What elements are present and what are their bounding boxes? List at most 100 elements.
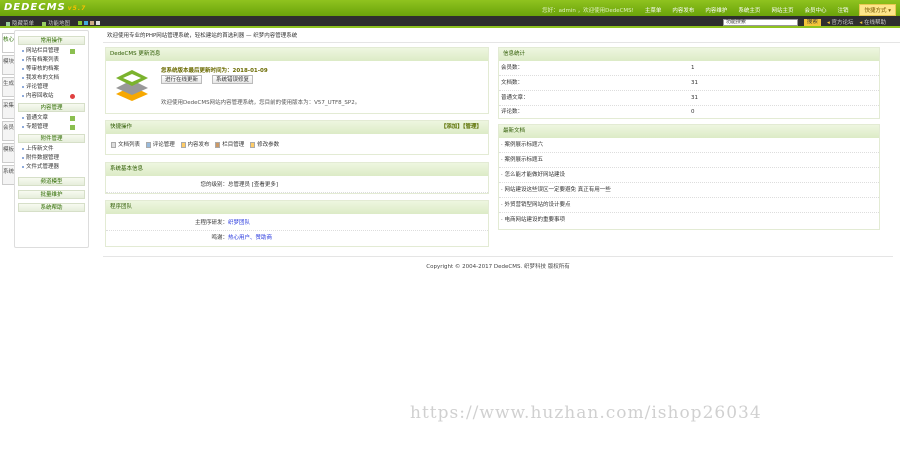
- side-tabs: 核心 模块 生成 采集 会员 模板 系统: [2, 33, 14, 187]
- online-update-button[interactable]: 进行在线更新: [161, 75, 203, 84]
- latest-doc-link[interactable]: · 网站建设这些误区一定要避免 真正有用一些: [499, 183, 879, 198]
- forum-link[interactable]: ◂ 官方论坛: [827, 18, 854, 26]
- quick-doc-list[interactable]: 文档列表: [107, 141, 140, 148]
- sidebar-menu: 常用操作 网站栏目管理 所有档案列表 等审核的档案 我发布的文档 评论管理 内容…: [14, 30, 89, 248]
- tab-generate[interactable]: 生成: [2, 77, 14, 97]
- add-icon: [70, 125, 75, 130]
- system-fix-button[interactable]: 系统错误修复: [211, 75, 253, 84]
- group-channel-model[interactable]: 频道模型: [18, 177, 85, 186]
- sidebar-item[interactable]: 等审核的档案: [18, 65, 85, 74]
- edit-icon: [180, 141, 186, 148]
- tab-template[interactable]: 模板: [2, 143, 14, 163]
- latest-doc-link[interactable]: · 案例展示标题六: [499, 138, 879, 153]
- dedecms-logo-icon: [116, 70, 148, 101]
- level-value[interactable]: 总管理员 [查看更多]: [228, 182, 278, 188]
- sidebar-item[interactable]: 评论管理: [18, 83, 85, 92]
- nav-maintain[interactable]: 内容维护: [705, 6, 727, 14]
- nav-publish[interactable]: 内容发布: [672, 6, 694, 14]
- team-panel: 程序团队 主程序研发：织梦团队 鸣谢：热心用户、赞助商: [105, 200, 489, 247]
- nav-system-home[interactable]: 系统主页: [738, 6, 760, 14]
- quick-settings[interactable]: 修改参数: [246, 141, 279, 148]
- help-link[interactable]: ◂ 在线帮助: [859, 18, 886, 26]
- comment-icon: [145, 141, 151, 148]
- team-label: 主程序研发：: [194, 220, 228, 226]
- sidebar-item[interactable]: 内容回收站: [18, 92, 85, 101]
- stat-value: 31: [691, 95, 698, 101]
- nav-site-home[interactable]: 网站主页: [771, 6, 793, 14]
- panel-title: DedeCMS 更新消息: [106, 48, 488, 61]
- sidebar-item[interactable]: 网站栏目管理: [18, 47, 85, 56]
- latest-doc-link[interactable]: · 案例展示标题五: [499, 153, 879, 168]
- edit-icon: [250, 141, 256, 148]
- stat-label: 普通文章：: [501, 95, 529, 101]
- add-icon: [70, 49, 75, 54]
- sidebar-item[interactable]: 上传新文件: [18, 145, 85, 154]
- nav-logout[interactable]: 注销: [837, 6, 848, 14]
- group-help[interactable]: 系统帮助: [18, 203, 85, 212]
- nav-main-menu[interactable]: 主菜单: [645, 6, 662, 14]
- stats-panel: 信息统计 会员数： 1 文档数： 31 普通文章： 31 评论数： 0: [498, 47, 880, 119]
- version-info: 欢迎使用DedeCMS网站内容管理系统，您目前的使用版本为：V57_UTF8_S…: [161, 100, 361, 106]
- main-area: 欢迎使用专业的PHP网站管理系统，轻松建站的首选利器 — 织梦内容管理系统: [103, 30, 900, 43]
- panel-title: 快捷操作: [110, 124, 133, 130]
- thanks-label: 鸣谢：: [211, 235, 228, 241]
- quick-menu-button[interactable]: 快捷方式 ▾: [859, 4, 896, 16]
- search-input[interactable]: 功能搜索: [722, 18, 798, 26]
- quick-panel: 快捷操作 【添加】【管理】 文档列表 评论管理 内容发布 栏目管理 修改参数: [105, 120, 489, 155]
- skin-switcher[interactable]: [78, 20, 102, 26]
- level-label: 您的级别：: [200, 182, 228, 188]
- tab-core[interactable]: 核心: [2, 33, 14, 53]
- hide-menu-button[interactable]: 隐藏菜单: [6, 19, 34, 27]
- update-panel: DedeCMS 更新消息 您系统版本最后更新时间为：2018-01-09 进行在…: [105, 47, 489, 114]
- panel-title: 程序团队: [106, 201, 488, 214]
- add-manage-links[interactable]: 【添加】【管理】: [441, 121, 482, 134]
- group-batch[interactable]: 批量维护: [18, 190, 85, 199]
- group-common[interactable]: 常用操作: [18, 36, 85, 45]
- toolbar: 隐藏菜单 功能地图 功能搜索 搜索 ◂ 官方论坛 ◂ 在线帮助: [0, 16, 900, 28]
- group-attachments[interactable]: 附件管理: [18, 134, 85, 143]
- panel-title: 系统基本信息: [106, 163, 488, 176]
- doc-icon: [111, 141, 116, 148]
- tab-modules[interactable]: 模块: [2, 55, 14, 75]
- sidebar-item[interactable]: 专题管理: [18, 123, 85, 132]
- tab-system[interactable]: 系统: [2, 165, 14, 185]
- stat-value: 0: [691, 109, 695, 115]
- watermark: https://www.huzhan.com/ishop26034: [410, 403, 762, 423]
- welcome-text: 欢迎使用专业的PHP网站管理系统，轻松建站的首选利器 — 织梦内容管理系统: [103, 30, 900, 43]
- greeting: 您好：admin ，欢迎使用DedeCMS!: [542, 8, 634, 14]
- tab-collect[interactable]: 采集: [2, 99, 14, 119]
- search-button[interactable]: 搜索: [803, 18, 821, 26]
- latest-panel: 最新文档 · 案例展示标题六 · 案例展示标题五 · 怎么能才能做好网站建设 ·…: [498, 124, 880, 230]
- sidebar-item[interactable]: 普通文章: [18, 114, 85, 123]
- func-map-button[interactable]: 功能地图: [42, 19, 70, 27]
- sidebar-item[interactable]: 所有档案列表: [18, 56, 85, 65]
- quick-comments[interactable]: 评论管理: [142, 141, 175, 148]
- latest-doc-link[interactable]: · 外贸营销型网站的设计要点: [499, 198, 879, 213]
- latest-doc-link[interactable]: · 电商网站建设的重要事项: [499, 213, 879, 228]
- team-link[interactable]: 织梦团队: [228, 220, 250, 226]
- sidebar-item[interactable]: 文件式管理器: [18, 163, 85, 172]
- panel-title: 最新文档: [499, 125, 879, 138]
- clear-icon: [70, 94, 75, 99]
- stat-label: 会员数：: [501, 65, 524, 71]
- folder-icon: [215, 141, 221, 148]
- update-date: 您系统版本最后更新时间为：2018-01-09: [161, 68, 268, 74]
- stat-value: 1: [691, 65, 695, 71]
- top-nav: 您好：admin ，欢迎使用DedeCMS! 主菜单 内容发布 内容维护 系统主…: [542, 4, 896, 16]
- add-icon: [70, 116, 75, 121]
- thanks-link[interactable]: 热心用户、赞助商: [228, 235, 272, 241]
- sidebar-item[interactable]: 附件数据管理: [18, 154, 85, 163]
- logo: DEDECMS v5.7: [4, 2, 87, 13]
- top-header: DEDECMS v5.7 您好：admin ，欢迎使用DedeCMS! 主菜单 内…: [0, 0, 900, 16]
- quick-columns[interactable]: 栏目管理: [211, 141, 244, 148]
- group-content[interactable]: 内容管理: [18, 103, 85, 112]
- tab-member[interactable]: 会员: [2, 121, 14, 141]
- panel-title: 信息统计: [499, 48, 879, 61]
- footer-copyright: Copyright © 2004-2017 DedeCMS. 织梦科技 版权所有: [103, 256, 893, 270]
- sidebar-item[interactable]: 我发布的文档: [18, 74, 85, 83]
- latest-doc-link[interactable]: · 怎么能才能做好网站建设: [499, 168, 879, 183]
- stat-value: 31: [691, 80, 698, 86]
- quick-publish[interactable]: 内容发布: [177, 141, 210, 148]
- stat-label: 文档数：: [501, 80, 524, 86]
- nav-member-center[interactable]: 会员中心: [804, 6, 826, 14]
